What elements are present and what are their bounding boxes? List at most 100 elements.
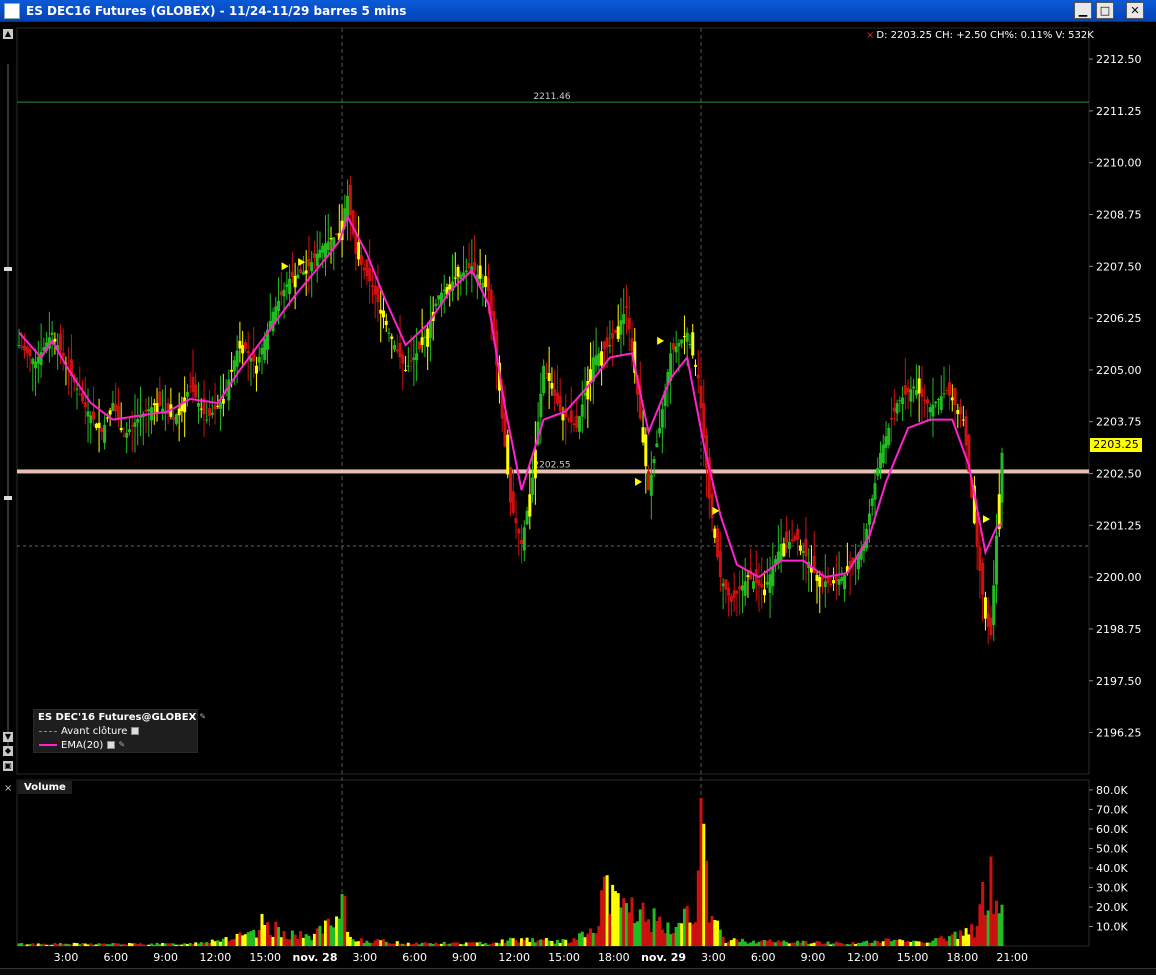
candle-body	[456, 266, 460, 277]
minimize-button[interactable]: ▁	[1074, 2, 1092, 19]
price-chart[interactable]: 2212.50 2211.25 2210.00 2208.75 2207.50 2206.…	[0, 22, 1156, 968]
volume-bar	[97, 943, 101, 946]
volume-bar	[312, 933, 316, 946]
volume-bar	[36, 943, 40, 946]
candle-body	[890, 417, 894, 420]
time-axis-label: 18:00	[598, 951, 630, 964]
volume-close-icon[interactable]: ×	[4, 783, 12, 794]
volume-bar	[114, 943, 118, 946]
candle-body	[376, 286, 380, 303]
candle-body	[531, 477, 535, 495]
candle-body	[616, 326, 620, 339]
volume-bar	[561, 939, 565, 946]
candle-body	[832, 580, 836, 584]
candle-body	[473, 261, 477, 271]
close-button[interactable]: ✕	[1126, 2, 1144, 19]
candle-body	[942, 393, 946, 395]
volume-bar	[934, 938, 938, 946]
volume-bar	[359, 938, 363, 946]
volume-bar	[774, 942, 778, 946]
candle-body	[277, 300, 281, 312]
volume-bar	[304, 934, 308, 946]
volume-bar	[213, 941, 217, 946]
candle-body	[879, 452, 883, 469]
volume-bar	[674, 927, 678, 946]
volume-bar	[768, 939, 772, 946]
volume-bar	[462, 944, 466, 946]
candle-body	[238, 340, 242, 349]
volume-bar	[553, 943, 557, 946]
candle-body	[285, 284, 289, 287]
candle-body	[381, 310, 385, 318]
ema-checkbox[interactable]	[107, 741, 116, 749]
volume-bar	[514, 940, 518, 946]
chart-legend[interactable]: ES DEC'16 Futures@GLOBEX ✎ Avant clôture …	[33, 709, 206, 753]
candle-body	[417, 341, 421, 350]
candle-body	[365, 259, 369, 276]
candle-body	[213, 404, 217, 410]
volume-bar	[53, 942, 57, 946]
pre-close-checkbox[interactable]	[131, 727, 140, 735]
volume-bar	[210, 939, 214, 946]
candle-body	[464, 270, 468, 273]
time-scrollbar[interactable]	[0, 968, 1156, 975]
volume-bar	[285, 938, 289, 946]
volume-bar	[815, 940, 819, 946]
volume-bar	[346, 931, 350, 946]
candle-body	[437, 295, 441, 300]
price-tick-label: 2201.25	[1096, 519, 1142, 532]
volume-bar	[103, 943, 107, 946]
volume-bar	[793, 942, 797, 946]
candle-body	[462, 272, 466, 277]
volume-bar	[481, 944, 485, 946]
candle-body	[219, 402, 223, 409]
candle-body	[415, 353, 419, 361]
volume-bar	[235, 933, 239, 946]
volume-bar	[155, 942, 159, 946]
title-bar[interactable]: ES DEC16 Futures (GLOBEX) - 11/24-11/29 …	[0, 0, 1156, 22]
time-axis-label: 3:00	[54, 951, 79, 964]
volume-bar	[804, 941, 808, 946]
ema-edit-icon[interactable]: ✎	[118, 741, 126, 749]
candle-body	[177, 408, 181, 416]
volume-bar	[125, 944, 129, 946]
candle-body	[75, 388, 79, 390]
candle-body	[837, 579, 841, 585]
volume-bar	[42, 943, 46, 946]
volume-bar	[837, 942, 841, 946]
volume-bar	[939, 936, 943, 946]
legend-item-pre-close: Avant clôture	[39, 726, 140, 738]
volume-bar	[854, 943, 858, 946]
volume-bar	[509, 937, 512, 946]
volume-bar	[25, 944, 29, 946]
candle-body	[426, 328, 430, 347]
volume-bar	[67, 944, 71, 946]
volume-bar	[702, 823, 706, 946]
candle-body	[528, 494, 532, 517]
volume-bar	[495, 942, 499, 946]
volume-bar	[246, 932, 250, 946]
candle-body	[580, 404, 584, 417]
volume-bar	[50, 944, 54, 946]
pin-icon[interactable]: ✎	[199, 713, 207, 721]
info-close-icon[interactable]: ×	[866, 30, 874, 41]
volume-bar	[254, 937, 258, 946]
candle-body	[89, 415, 93, 424]
candle-body	[917, 378, 921, 394]
volume-tick-label: 80.0K	[1096, 784, 1128, 797]
volume-bar	[150, 943, 154, 946]
volume-bar	[544, 938, 548, 946]
volume-bar	[580, 931, 584, 946]
volume-bar	[832, 943, 836, 946]
volume-bar	[707, 922, 711, 946]
volume-bar	[917, 941, 921, 946]
candle-body	[282, 289, 286, 297]
candle-body	[594, 355, 598, 366]
candle-body	[751, 581, 755, 589]
candle-body	[34, 361, 38, 369]
volume-bar	[848, 944, 852, 946]
candle-body	[798, 545, 802, 551]
candle-body	[986, 613, 990, 627]
maximize-button[interactable]: □	[1096, 2, 1114, 19]
candle-body	[790, 539, 794, 542]
